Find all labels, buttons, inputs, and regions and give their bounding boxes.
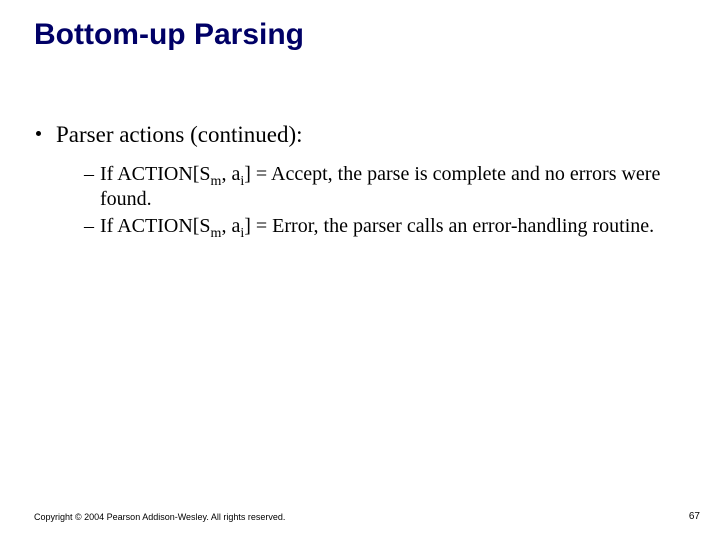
sub2-subscript-m: m <box>211 226 222 241</box>
sub1-subscript-m: m <box>211 174 222 189</box>
sub-bullet-list: – If ACTION[Sm, ai] = Accept, the parse … <box>34 162 686 239</box>
bullet-dot-icon <box>36 131 41 136</box>
bullet-level1-text: Parser actions (continued): <box>56 122 303 147</box>
sub-bullet-2: – If ACTION[Sm, ai] = Error, the parser … <box>84 214 686 239</box>
sub1-mid: , a <box>221 163 240 185</box>
sub2-pre: If ACTION[S <box>100 215 211 237</box>
sub1-pre: If ACTION[S <box>100 163 211 185</box>
sub-bullet-1: – If ACTION[Sm, ai] = Accept, the parse … <box>84 162 686 212</box>
dash-icon: – <box>84 162 94 187</box>
bullet-level1: Parser actions (continued): <box>34 122 686 148</box>
sub2-post: ] = Error, the parser calls an error-han… <box>244 215 654 237</box>
sub2-mid: , a <box>221 215 240 237</box>
page-number: 67 <box>689 511 700 522</box>
slide: Bottom-up Parsing Parser actions (contin… <box>0 0 720 540</box>
copyright-text: Copyright © 2004 Pearson Addison-Wesley.… <box>34 512 285 522</box>
dash-icon: – <box>84 214 94 239</box>
slide-title: Bottom-up Parsing <box>34 18 686 52</box>
